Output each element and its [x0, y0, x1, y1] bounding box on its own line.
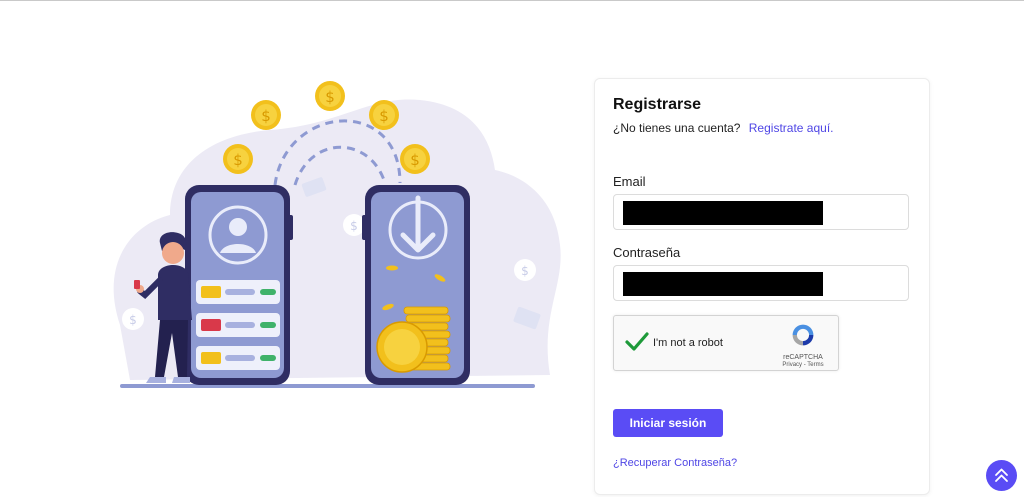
svg-text:$: $: [521, 264, 529, 278]
svg-text:$: $: [129, 313, 137, 327]
page-title: Registrarse: [613, 96, 702, 113]
password-field[interactable]: [613, 265, 909, 301]
recaptcha-brand: reCAPTCHA: [783, 354, 823, 361]
login-card: Registrarse ¿No tienes una cuenta? Regis…: [594, 78, 930, 495]
forgot-password-link[interactable]: ¿Recuperar Contraseña?: [613, 457, 737, 469]
no-account-text: ¿No tienes una cuenta?: [613, 121, 741, 135]
password-label: Contraseña: [613, 245, 681, 260]
redacted-password-value: [623, 272, 823, 296]
email-field[interactable]: [613, 194, 909, 230]
svg-text:$: $: [261, 107, 271, 125]
svg-text:$: $: [410, 151, 420, 169]
right-phone: [362, 185, 470, 385]
redacted-email-value: [623, 201, 823, 225]
register-link[interactable]: Registrate aquí.: [749, 121, 834, 135]
recaptcha-label: I'm not a robot: [653, 337, 723, 349]
recaptcha-logo: reCAPTCHA Privacy - Terms: [774, 322, 832, 368]
login-button[interactable]: Iniciar sesión: [613, 409, 723, 437]
checkmark-icon[interactable]: [624, 329, 650, 355]
arrow-up-double-icon: [995, 468, 1008, 482]
mobile-payment-illustration: $ $ $ $ $ $ $ $: [113, 81, 561, 388]
coin-icon: $: [223, 144, 253, 174]
svg-text:$: $: [325, 88, 335, 106]
coin-icon: $: [251, 100, 281, 130]
ground-line: [120, 384, 535, 388]
left-phone: [185, 185, 293, 385]
svg-text:$: $: [379, 107, 389, 125]
coin-icon: $: [400, 144, 430, 174]
no-account-prompt: ¿No tienes una cuenta? Registrate aquí.: [613, 121, 833, 135]
svg-text:$: $: [233, 151, 243, 169]
svg-text:$: $: [350, 219, 358, 233]
email-label: Email: [613, 174, 646, 189]
coin-icon: $: [315, 81, 345, 111]
scroll-to-top-button[interactable]: [986, 460, 1017, 491]
coin-icon: $: [369, 100, 399, 130]
browser-top-border: [0, 0, 1024, 1]
recaptcha-terms-link[interactable]: Privacy - Terms: [774, 362, 832, 368]
recaptcha-widget: I'm not a robot reCAPTCHA Privacy - Term…: [613, 315, 839, 371]
recaptcha-logo-icon: [792, 324, 814, 346]
